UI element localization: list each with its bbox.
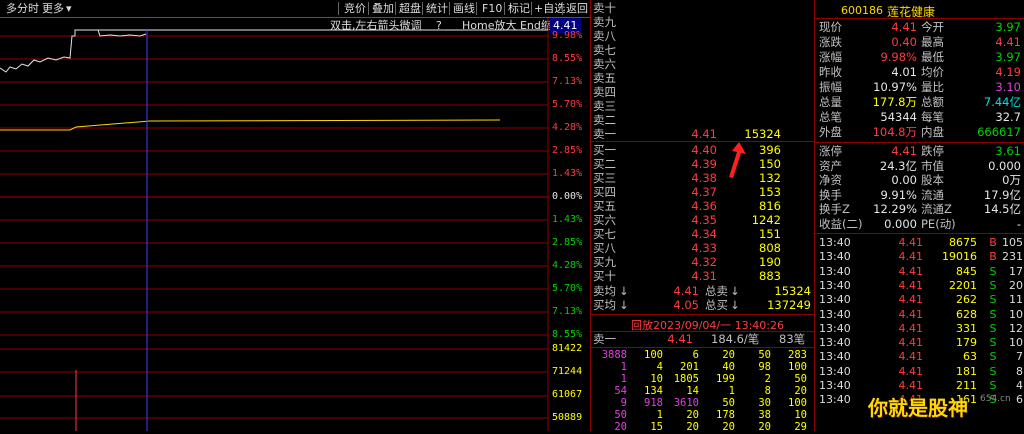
bid-row[interactable]: 买七 4.34 151 xyxy=(591,228,815,241)
tick-row: 13:40 4.41 211 S 4 xyxy=(819,379,1023,392)
stock-code[interactable]: 600186 xyxy=(841,4,883,17)
quote-row: 振幅 10.97% 量比 3.10 xyxy=(819,80,1021,94)
percent-tick-label: 9.98% xyxy=(552,30,583,41)
quote-row: 外盘 104.8万 内盘 666617 xyxy=(819,125,1021,139)
bid-row[interactable]: 买九 4.32 190 xyxy=(591,256,815,269)
queue-detail-row: 1 4 201 40 98 100 xyxy=(620,361,807,373)
level-summary-row: 卖一 4.41 184.6/笔 83笔 xyxy=(593,332,806,346)
quote-row: 涨幅 9.98% 最低 3.97 xyxy=(819,50,1021,64)
ask-row[interactable]: 卖八 xyxy=(591,30,815,43)
tick-row: 13:40 4.41 845 S 17 xyxy=(819,264,1023,278)
ask-row[interactable]: 卖五 xyxy=(591,72,815,85)
tick-row: 13:40 4.41 8675 B 105 xyxy=(819,236,1023,249)
quote-row: 现价 4.41 今开 3.97 xyxy=(819,20,1021,34)
quote-row: 总笔 54344 每笔 32.7 xyxy=(819,110,1021,124)
percent-tick-label: 7.13% xyxy=(552,306,583,317)
percent-tick-label: 2.85% xyxy=(552,145,583,156)
ask-row[interactable]: 卖二 xyxy=(591,114,815,127)
price-chart-svg xyxy=(0,18,549,431)
ask-row[interactable]: 卖一 4.41 15324 xyxy=(591,128,815,141)
avg-sell-row: 卖均 ↓ 4.41 总卖 ↓ 15324 xyxy=(593,284,811,298)
quote-row: 净资 0.00 股本 0万 xyxy=(819,173,1021,187)
ask-row[interactable]: 卖七 xyxy=(591,44,815,57)
bid-row[interactable]: 买四 4.37 153 xyxy=(591,186,815,199)
volume-tick-label: 71244 xyxy=(552,366,583,377)
annotation-arrow-icon xyxy=(729,142,746,178)
bid-row[interactable]: 买六 4.35 1242 xyxy=(591,214,815,227)
tick-row: 13:40 4.41 181 S 8 xyxy=(819,364,1023,378)
percent-tick-label: 1.43% xyxy=(552,214,583,225)
percent-tick-label: 8.55% xyxy=(552,329,583,340)
queue-detail-row: 1 10 1805 199 2 50 xyxy=(620,373,807,385)
quote-row: 昨收 4.01 均价 4.19 xyxy=(819,65,1021,79)
percent-tick-label: 4.28% xyxy=(552,260,583,271)
percent-tick-label: 5.70% xyxy=(552,99,583,110)
avg-buy-row: 买均 ↓ 4.05 总买 ↓ 137249 xyxy=(593,298,811,312)
ask-row[interactable]: 卖九 xyxy=(591,16,815,29)
quote-row: 涨跌 0.40 最高 4.41 xyxy=(819,35,1021,49)
bid-row[interactable]: 买五 4.36 816 xyxy=(591,200,815,213)
volume-tick-label: 61067 xyxy=(552,389,583,400)
percent-tick-label: 5.70% xyxy=(552,283,583,294)
quote-row: 涨停 4.41 跌停 3.61 xyxy=(819,144,1021,158)
quote-panel: 600186 莲花健康 现价 4.41 今开 3.97 涨跌 0.40 最高 4.41 涨幅 9.… xyxy=(814,0,1024,431)
queue-detail-row: 20 15 20 20 20 29 xyxy=(614,421,807,433)
price-lines xyxy=(0,29,548,431)
bid-row[interactable]: 买十 4.31 883 xyxy=(591,270,815,283)
tick-row: 13:40 4.41 63 S 7 xyxy=(819,350,1023,364)
tick-row: 13:40 4.41 628 S 10 xyxy=(819,307,1023,321)
percent-tick-label: 2.85% xyxy=(552,237,583,248)
quote-row: 换手 9.91% 流通 17.9亿 xyxy=(819,187,1021,202)
percent-tick-label: 7.13% xyxy=(552,76,583,87)
bid-row[interactable]: 买一 4.40 396 xyxy=(591,144,815,157)
intraday-chart[interactable]: 多分时 更多 ▾ 竞价 叠加 超盘 统计 画线 F10 标记 +自选 返回 双击… xyxy=(0,0,590,431)
watermark-logo: 你就是股神 xyxy=(868,396,968,420)
tick-row: 13:40 4.41 179 S 10 xyxy=(819,336,1023,350)
chart-grid xyxy=(0,18,549,431)
quote-row: 资产 24.3亿 市值 0.000 xyxy=(819,158,1021,173)
volume-tick-label: 50889 xyxy=(552,412,583,423)
watermark-site: 654.cn xyxy=(980,394,1011,404)
tick-row: 13:40 4.41 331 S 12 xyxy=(819,321,1023,335)
bid-row[interactable]: 买三 4.38 132 xyxy=(591,172,815,185)
percent-tick-label: 8.55% xyxy=(552,53,583,64)
quote-row: 收益(二) 0.000 PE(动) - xyxy=(819,216,1021,231)
order-book: 卖十 卖九 卖八 卖七 卖六 卖五 卖四 卖三 卖二 卖一 4.41 15324 买一 4.40 396 买… xyxy=(590,0,815,433)
tick-row: 13:40 4.41 262 S 11 xyxy=(819,293,1023,307)
ask-row[interactable]: 卖三 xyxy=(591,100,815,113)
volume-tick-label: 81422 xyxy=(552,343,583,354)
tick-row: 13:40 4.41 2201 S 20 xyxy=(819,278,1023,292)
price-line-detail xyxy=(97,29,147,37)
queue-detail-row: 50 1 20 178 38 10 xyxy=(614,409,807,421)
queue-detail-row: 9 918 3610 50 30 100 xyxy=(620,397,807,409)
quote-row: 总量 177.8万 总额 7.44亿 xyxy=(819,95,1021,109)
percent-tick-label: 1.43% xyxy=(552,168,583,179)
percent-tick-label: 4.28% xyxy=(552,122,583,133)
tick-row: 13:40 4.41 19016 B 231 xyxy=(819,250,1023,264)
bid-row[interactable]: 买八 4.33 808 xyxy=(591,242,815,255)
ask-row[interactable]: 卖四 xyxy=(591,86,815,99)
ask-row[interactable]: 卖六 xyxy=(591,58,815,71)
queue-detail-row: 3888 100 6 20 50 283 xyxy=(601,349,807,361)
quote-row: 换手Z 12.29% 流通Z 14.5亿 xyxy=(819,202,1021,216)
queue-detail-row: 54 134 14 1 8 20 xyxy=(614,385,807,397)
ask-row[interactable]: 卖十 xyxy=(591,2,815,15)
percent-tick-label: 0.00% xyxy=(552,191,583,202)
bid-row[interactable]: 买二 4.39 150 xyxy=(591,158,815,171)
